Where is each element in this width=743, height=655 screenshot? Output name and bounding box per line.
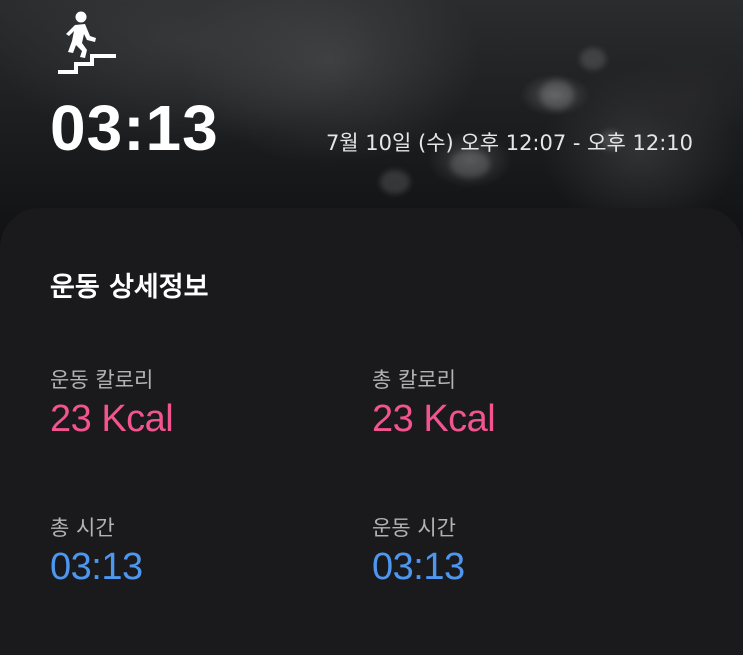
metric-label: 총 시간 — [50, 516, 115, 540]
card-title: 운동 상세정보 — [50, 272, 209, 303]
metric-value: 23 Kcal — [372, 398, 496, 440]
metric-value: 03:13 — [50, 546, 143, 588]
metric-label: 운동 시간 — [372, 516, 456, 540]
workout-time-range: 7월 10일 (수) 오후 12:07 - 오후 12:10 — [325, 131, 693, 155]
bokeh-light — [580, 48, 606, 70]
metric-label: 운동 칼로리 — [50, 368, 154, 392]
stairs-walking-icon — [58, 11, 116, 74]
metric-exercise-time: 운동 시간 03:13 — [372, 514, 672, 590]
metric-exercise-calories: 운동 칼로리 23 Kcal — [50, 366, 350, 442]
metric-total-time: 총 시간 03:13 — [50, 514, 350, 590]
metric-label: 총 칼로리 — [372, 368, 456, 392]
exercise-details-card: 운동 상세정보 운동 칼로리 23 Kcal 총 칼로리 23 Kcal 총 시… — [0, 208, 743, 655]
metric-value: 03:13 — [372, 546, 465, 588]
workout-detail-screen: 03:13 7월 10일 (수) 오후 12:07 - 오후 12:10 운동 … — [0, 0, 743, 655]
metric-total-calories: 총 칼로리 23 Kcal — [372, 366, 672, 442]
bokeh-light — [540, 80, 574, 110]
bokeh-light — [380, 170, 410, 194]
workout-duration: 03:13 — [50, 92, 219, 164]
metric-value: 23 Kcal — [50, 398, 174, 440]
